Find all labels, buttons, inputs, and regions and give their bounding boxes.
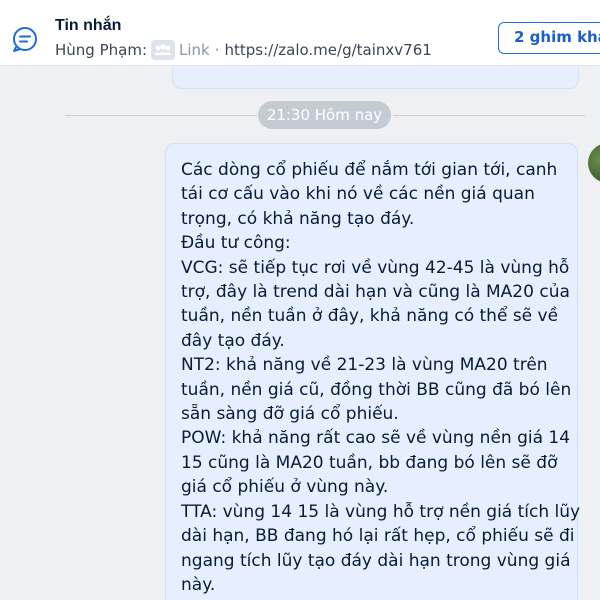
sender-name: Hùng Phạm: [55,41,147,59]
message-line: 15 cũng là MA20 tuần, bb đang bó lên sẽ … [181,452,558,473]
message-line: POW: khả năng rất cao sẽ về vùng nền giá… [181,428,571,449]
message-line: trọng, có khả năng tạo đáy. [181,208,415,229]
message-line: NT2: khả năng về 21-23 là vùng MA20 trên [181,355,548,376]
link-label: Link [179,41,210,59]
time-divider: 21:30 Hôm nay [258,101,391,129]
message-line: Các dòng cổ phiếu để nắm tới gian tới, c… [181,160,558,180]
divider-line-right [393,115,585,116]
group-link-url[interactable]: https://zalo.me/g/tainxv761 [225,41,432,59]
message-line: trợ, đây là trend dài hạn và cũng là MA2… [181,282,570,303]
message-line: dài hạn, BB đang hó lại rất hẹp, cổ phiế… [181,526,575,547]
chat-bubble-icon [13,27,37,52]
message-line: TTA: vùng 14 15 là vùng hỗ trợ nền giá t… [181,501,581,522]
separator-dot: · [214,41,220,59]
message-text: Các dòng cổ phiếu để nắm tới gian tới, c… [181,158,581,597]
message-line: tuần, nền giá cũ, đồng thời BB cũng đã b… [181,379,572,400]
previous-message-bubble [172,67,579,89]
message-line: tuần, nền tuần ở đây, khả năng có thể sẽ… [181,306,559,327]
other-pins-button[interactable]: 2 ghim khác [498,22,600,54]
message-line: sẵn sàng đỡ giá cổ phiếu. [181,404,399,425]
header-title: Tin nhắn [55,17,122,34]
message-line: Đầu tư công: [181,233,291,254]
pinned-link-preview[interactable]: Hùng Phạm: Link · https://zalo.me/g/tain… [55,40,432,60]
divider-line-left [65,115,257,116]
community-icon [151,40,175,60]
avatar[interactable] [588,143,600,183]
message-line: tái cơ cấu vào khi nó về các nền giá qua… [181,184,535,205]
message-line: này. [181,574,216,595]
message-line: giá cổ phiếu ở vùng này. [181,477,389,498]
message-line: ngang tích lũy tạo đáy dài hạn trong vùn… [181,550,571,571]
message-line: VCG: sẽ tiếp tục rơi về vùng 42-45 là vù… [181,257,570,278]
message-line: đây tạo đáy. [181,330,285,351]
pinned-message-header[interactable]: Tin nhắn Hùng Phạm: Link · https://zalo.… [0,0,600,66]
